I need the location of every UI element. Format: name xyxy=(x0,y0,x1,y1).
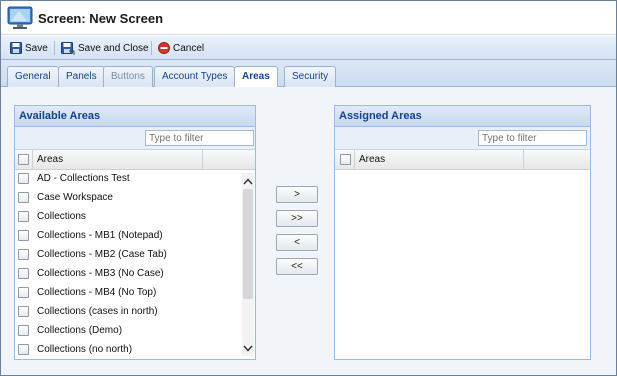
list-item[interactable]: AD - Collections Test xyxy=(15,170,255,189)
row-checkbox[interactable] xyxy=(18,306,29,317)
save-button-label: Save xyxy=(25,42,48,54)
toolbar: Save Save and Close Cancel xyxy=(1,36,616,60)
column-divider xyxy=(523,150,524,170)
list-item-label: Collections (cases in north) xyxy=(37,306,158,317)
cancel-icon xyxy=(158,42,170,54)
scroll-up-icon[interactable] xyxy=(242,175,254,187)
available-list-scrollbar[interactable] xyxy=(242,173,254,356)
cancel-button-label: Cancel xyxy=(173,42,205,54)
available-areas-list: AD - Collections Test Case Workspace Col… xyxy=(15,170,255,360)
row-checkbox[interactable] xyxy=(18,268,29,279)
list-item-label: Collections - MB2 (Case Tab) xyxy=(37,249,167,260)
page-title: Screen: New Screen xyxy=(38,11,164,26)
row-checkbox[interactable] xyxy=(18,230,29,241)
assigned-filter-input[interactable] xyxy=(478,130,587,146)
save-close-icon xyxy=(61,41,75,55)
assigned-select-all-checkbox[interactable] xyxy=(340,154,351,165)
list-item[interactable]: Collections (Demo) xyxy=(15,322,255,341)
list-item[interactable]: Collections xyxy=(15,208,255,227)
assigned-grid-header: Areas xyxy=(335,150,590,170)
available-areas-title: Available Areas xyxy=(15,106,255,127)
list-item-label: Collections (Demo) xyxy=(37,325,123,336)
assigned-areas-panel: Assigned Areas Areas xyxy=(334,105,591,360)
available-areas-column-header[interactable]: Areas xyxy=(37,154,63,165)
row-checkbox[interactable] xyxy=(18,344,29,355)
column-divider xyxy=(354,150,355,170)
tab-panels[interactable]: Panels xyxy=(58,66,105,87)
tab-account-types[interactable]: Account Types xyxy=(154,66,236,87)
row-checkbox[interactable] xyxy=(18,287,29,298)
list-item[interactable]: Collections (no north) xyxy=(15,341,255,360)
row-checkbox[interactable] xyxy=(18,249,29,260)
available-grid-header: Areas xyxy=(15,150,255,170)
available-filter-input[interactable] xyxy=(145,130,254,146)
save-and-close-button-label: Save and Close xyxy=(78,42,149,54)
column-divider xyxy=(32,150,33,170)
list-item-label: AD - Collections Test xyxy=(37,173,130,184)
floppy-disk-icon xyxy=(10,42,22,54)
list-item[interactable]: Case Workspace xyxy=(15,189,255,208)
scroll-down-icon[interactable] xyxy=(242,342,254,354)
tab-strip: General Panels Buttons Account Types Are… xyxy=(1,60,616,88)
available-select-all-checkbox[interactable] xyxy=(18,154,29,165)
tab-areas[interactable]: Areas xyxy=(234,66,278,88)
row-checkbox[interactable] xyxy=(18,192,29,203)
available-filter-bar xyxy=(15,127,255,150)
title-bar: Screen: New Screen xyxy=(1,1,616,35)
list-item-label: Collections xyxy=(37,211,86,222)
tab-buttons[interactable]: Buttons xyxy=(103,66,153,87)
cancel-button[interactable]: Cancel xyxy=(158,39,204,57)
assigned-filter-bar xyxy=(335,127,590,150)
list-item-label: Collections - MB4 (No Top) xyxy=(37,287,157,298)
scrollbar-thumb[interactable] xyxy=(243,189,253,299)
list-item[interactable]: Collections - MB3 (No Case) xyxy=(15,265,255,284)
assigned-areas-title: Assigned Areas xyxy=(335,106,590,127)
remove-selected-button[interactable]: < xyxy=(276,234,318,251)
areas-tab-content: Available Areas Areas AD - Collections T… xyxy=(1,87,616,375)
list-item[interactable]: Collections - MB4 (No Top) xyxy=(15,284,255,303)
remove-all-button[interactable]: << xyxy=(276,258,318,275)
row-checkbox[interactable] xyxy=(18,173,29,184)
save-button[interactable]: Save xyxy=(10,39,48,57)
row-checkbox[interactable] xyxy=(18,211,29,222)
add-all-button[interactable]: >> xyxy=(276,210,318,227)
toolbar-separator xyxy=(151,41,152,55)
row-checkbox[interactable] xyxy=(18,325,29,336)
screen-editor-window: Screen: New Screen Save Save and Close C… xyxy=(0,0,617,376)
toolbar-separator xyxy=(54,41,55,55)
list-item[interactable]: Collections - MB1 (Notepad) xyxy=(15,227,255,246)
list-item-label: Collections (no north) xyxy=(37,344,133,355)
assigned-areas-column-header[interactable]: Areas xyxy=(359,154,385,165)
list-item-label: Case Workspace xyxy=(37,192,113,203)
save-and-close-button[interactable]: Save and Close xyxy=(61,39,149,57)
tab-security[interactable]: Security xyxy=(284,66,337,87)
add-selected-button[interactable]: > xyxy=(276,186,318,203)
list-item[interactable]: Collections (cases in north) xyxy=(15,303,255,322)
list-item[interactable]: Collections - MB2 (Case Tab) xyxy=(15,246,255,265)
monitor-icon xyxy=(7,6,33,29)
column-divider xyxy=(202,150,203,170)
tab-general[interactable]: General xyxy=(7,66,59,87)
list-item-label: Collections - MB3 (No Case) xyxy=(37,268,164,279)
available-areas-panel: Available Areas Areas AD - Collections T… xyxy=(14,105,256,360)
list-item-label: Collections - MB1 (Notepad) xyxy=(37,230,163,241)
